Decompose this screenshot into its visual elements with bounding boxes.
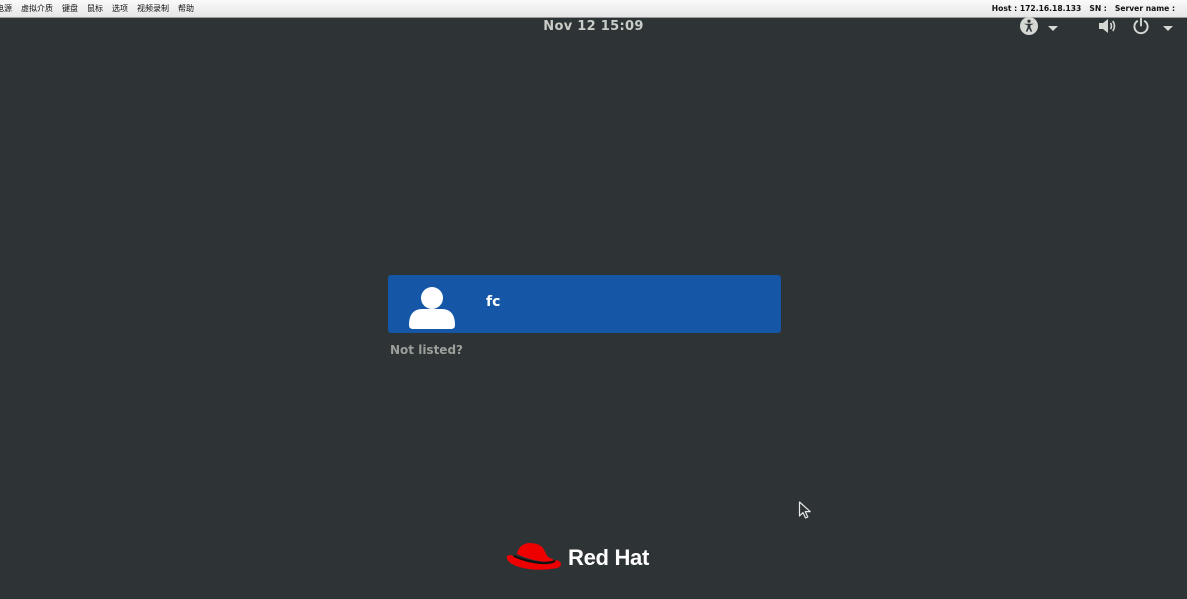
- accessibility-icon: [1019, 16, 1039, 40]
- red-hat-logo: Red Hat: [505, 541, 649, 575]
- kvm-host-info: Host : 172.16.18.133 SN : Server name :: [984, 0, 1175, 17]
- volume-icon: [1098, 18, 1118, 38]
- kvm-menu-mouse[interactable]: 鼠标: [87, 0, 103, 17]
- user-avatar-icon: [408, 285, 456, 329]
- power-icon: [1132, 17, 1150, 39]
- clock[interactable]: Nov 12 15:09: [0, 19, 1187, 34]
- kvm-menu-options[interactable]: 选项: [112, 0, 128, 17]
- kvm-server-name: Server name :: [1114, 4, 1175, 13]
- red-hat-logo-icon: [505, 540, 563, 576]
- chevron-down-icon: [1048, 25, 1058, 31]
- kvm-menu-virtual-media[interactable]: 虚拟介质: [21, 0, 53, 17]
- mouse-pointer-icon: [798, 501, 814, 523]
- accessibility-menu[interactable]: [1019, 17, 1058, 39]
- kvm-menu-video-record[interactable]: 视频录制: [137, 0, 169, 17]
- kvm-toolbar: 电源 虚拟介质 键盘 鼠标 选项 视频录制 帮助 Host : 172.16.1…: [0, 0, 1187, 18]
- volume-menu[interactable]: [1098, 17, 1118, 39]
- red-hat-logo-text: Red Hat: [568, 545, 650, 570]
- user-list-item-fc[interactable]: fc: [388, 275, 781, 333]
- chevron-down-icon: [1163, 25, 1173, 31]
- kvm-menu-keyboard[interactable]: 键盘: [62, 0, 78, 17]
- kvm-host: Host : 172.16.18.133: [991, 4, 1082, 13]
- not-listed-link[interactable]: Not listed?: [390, 343, 463, 357]
- user-name: fc: [486, 294, 501, 310]
- gnome-top-bar: Nov 12 15:09: [0, 17, 1187, 39]
- kvm-menu-power[interactable]: 电源: [0, 0, 12, 17]
- power-menu[interactable]: [1132, 17, 1173, 39]
- kvm-sn: SN :: [1089, 4, 1107, 13]
- kvm-menu: 电源 虚拟介质 键盘 鼠标 选项 视频录制 帮助: [0, 0, 203, 17]
- kvm-menu-help[interactable]: 帮助: [178, 0, 194, 17]
